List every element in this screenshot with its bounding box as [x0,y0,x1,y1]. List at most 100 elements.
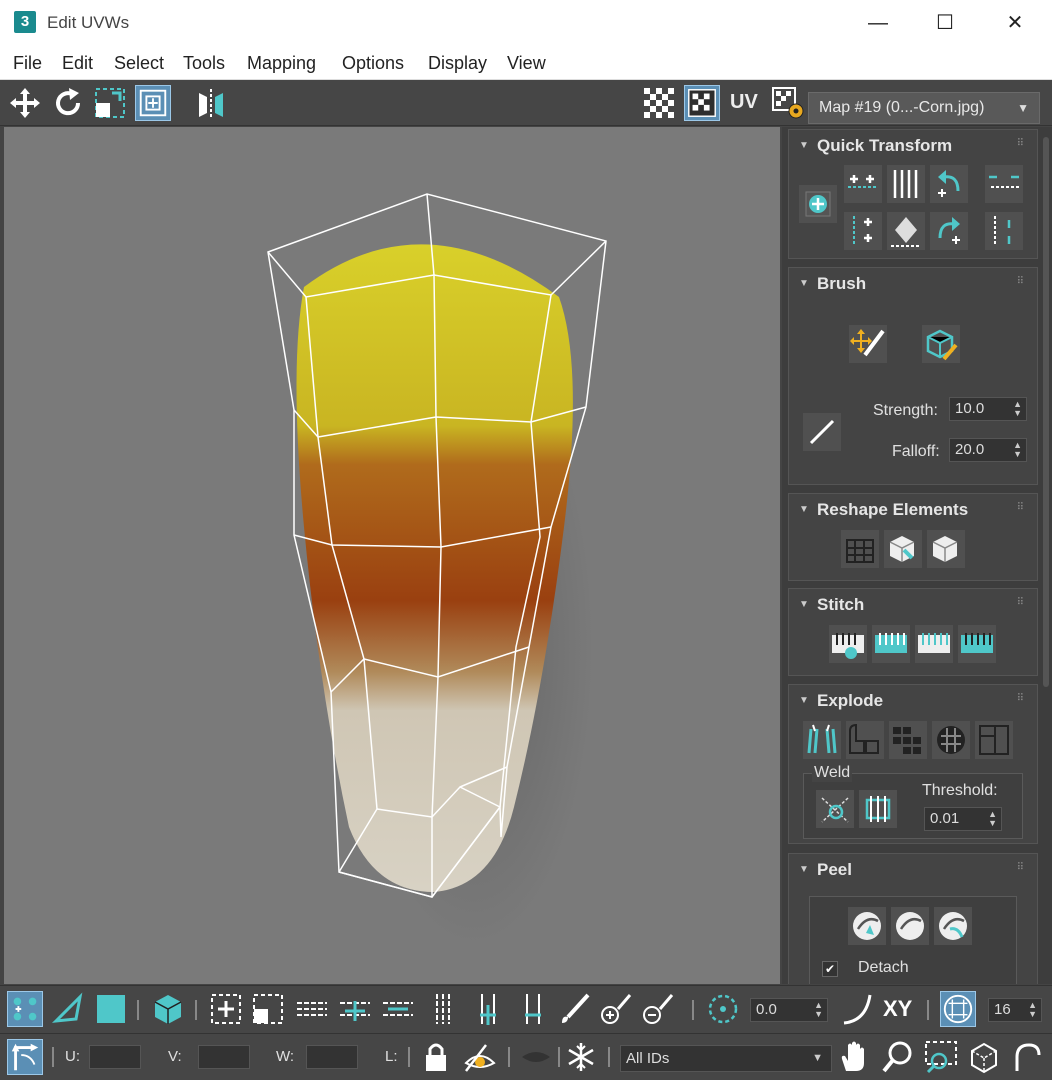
grip-icon[interactable]: ⠿ [1017,502,1025,513]
rotate-ccw-icon[interactable] [930,165,968,203]
collapse-caret-icon[interactable]: ▼ [799,695,809,706]
grid-size-field[interactable]: 16 ▲ ▼ [988,998,1042,1022]
rollout-title[interactable]: Brush [817,274,866,294]
pan-hand-icon[interactable] [836,1039,872,1075]
stitch-to-target-icon[interactable] [915,625,953,663]
straighten-icon[interactable] [841,530,879,568]
zoom-region-icon[interactable] [923,1039,959,1075]
grip-icon[interactable]: ⠿ [1017,276,1025,287]
move-icon[interactable] [7,85,43,121]
explode-by-material-icon[interactable] [932,721,970,759]
paint-grow-icon[interactable] [598,991,634,1027]
space-vertical-icon[interactable] [887,165,925,203]
w-field[interactable] [306,1045,358,1069]
stitch-custom-icon[interactable] [829,625,867,663]
rollout-title[interactable]: Quick Transform [817,136,952,156]
scale-icon[interactable] [92,85,128,121]
checker-pattern-icon[interactable] [641,85,677,121]
falloff-spinner[interactable]: 20.0 ▲ ▼ [949,438,1027,462]
explode-by-smoothing-icon[interactable] [846,721,884,759]
grid-snap-icon[interactable] [940,991,976,1027]
show-map-icon[interactable] [684,85,720,121]
menu-view[interactable]: View [507,53,546,74]
maximize-button[interactable]: ☐ [922,6,968,40]
v-field[interactable] [198,1045,250,1069]
relax-icon[interactable] [884,530,922,568]
unhide-eye-icon[interactable] [518,1039,554,1075]
grip-icon[interactable]: ⠿ [1017,138,1025,149]
rollout-title[interactable]: Stitch [817,595,864,615]
face-mode-icon[interactable] [93,991,129,1027]
uv-editor-viewport[interactable] [4,127,780,984]
collapse-caret-icon[interactable]: ▼ [799,140,809,151]
lock-icon[interactable] [418,1039,454,1075]
map-dropdown[interactable]: Map #19 (0...-Corn.jpg) ▼ [808,92,1040,124]
panel-scrollbar[interactable] [1043,137,1049,687]
paint-select-icon[interactable] [556,991,592,1027]
collapse-caret-icon[interactable]: ▼ [799,504,809,515]
align-horizontal-icon[interactable] [844,165,882,203]
zoom-extents-icon[interactable] [966,1039,1002,1075]
u-field[interactable] [89,1045,141,1069]
menu-display[interactable]: Display [428,53,487,74]
break-icon[interactable] [803,721,841,759]
explode-by-polygon-icon[interactable] [889,721,927,759]
edge-mode-icon[interactable] [50,991,86,1027]
align-top-icon[interactable] [985,165,1023,203]
weld-selected-icon[interactable] [816,790,854,828]
freeform-icon[interactable] [135,85,171,121]
menu-file[interactable]: File [13,53,42,74]
mirror-icon[interactable] [193,85,229,121]
ring-grow-icon[interactable] [470,991,506,1027]
collapse-caret-icon[interactable]: ▼ [799,278,809,289]
material-id-dropdown[interactable]: All IDs ▼ [620,1045,832,1072]
rotation-field[interactable]: 0.0 ▲ ▼ [750,998,828,1022]
reset-peel-icon[interactable] [934,907,972,945]
soft-selection-curve-icon[interactable] [840,991,876,1027]
grip-icon[interactable]: ⠿ [1017,862,1025,873]
shrink-selection-icon[interactable] [250,991,286,1027]
detach-checkbox[interactable]: ✔ [822,961,838,977]
menu-edit[interactable]: Edit [62,53,93,74]
undo-curve-icon[interactable] [1009,1039,1045,1075]
uv-label[interactable]: UV [730,91,758,114]
rotate-cw-icon[interactable] [930,212,968,250]
weld-target-icon[interactable] [859,790,897,828]
grow-selection-icon[interactable] [208,991,244,1027]
add-pivot-icon[interactable] [799,185,837,223]
peel-mode-icon[interactable] [891,907,929,945]
stitch-to-source-icon[interactable] [958,625,996,663]
hide-icon[interactable] [462,1039,498,1075]
settings-icon[interactable] [770,85,806,121]
strength-spinner[interactable]: 10.0 ▲ ▼ [949,397,1027,421]
spinner-arrows-icon[interactable]: ▲ ▼ [1013,441,1022,459]
absolute-offset-icon[interactable] [7,1039,43,1075]
freeze-snowflake-icon[interactable] [563,1039,599,1075]
spinner-arrows-icon[interactable]: ▲ ▼ [988,810,997,828]
zoom-icon[interactable] [880,1039,916,1075]
grip-icon[interactable]: ⠿ [1017,597,1025,608]
align-left-icon[interactable] [985,212,1023,250]
grip-icon[interactable]: ⠿ [1017,693,1025,704]
rollout-title[interactable]: Reshape Elements [817,500,968,520]
stitch-to-average-icon[interactable] [872,625,910,663]
close-button[interactable]: ✕ [992,6,1038,40]
menu-tools[interactable]: Tools [183,53,225,74]
loop-grow-icon[interactable] [337,991,373,1027]
paint-move-brush-icon[interactable] [849,325,887,363]
loop-select-icon[interactable] [294,991,330,1027]
vertex-mode-icon[interactable] [7,991,43,1027]
spinner-arrows-icon[interactable]: ▲ ▼ [1013,400,1022,418]
paint-shrink-icon[interactable] [640,991,676,1027]
rotation-snap-icon[interactable] [705,991,741,1027]
relax-brush-icon[interactable] [922,325,960,363]
collapse-caret-icon[interactable]: ▼ [799,864,809,875]
uv-canvas[interactable] [4,127,780,984]
collapse-caret-icon[interactable]: ▼ [799,599,809,610]
align-vertical-icon[interactable] [844,212,882,250]
rotate-icon[interactable] [50,85,86,121]
rollout-title[interactable]: Peel [817,860,852,880]
flatten-icon[interactable] [975,721,1013,759]
rollout-title[interactable]: Explode [817,691,883,711]
loop-shrink-icon[interactable] [380,991,416,1027]
